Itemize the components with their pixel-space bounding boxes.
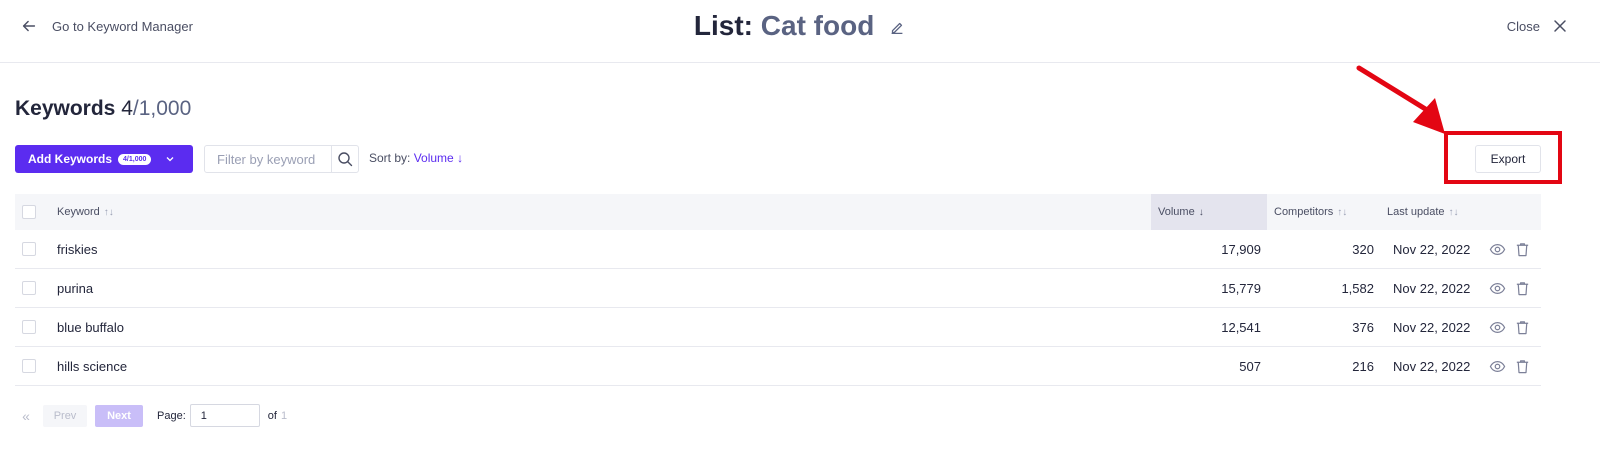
of-label: of	[267, 409, 277, 422]
sort-icon: ↑↓	[103, 207, 114, 218]
volume-cell: 15,779	[1221, 280, 1261, 296]
table-header: Keyword ↑↓ Volume ↓ Competitors ↑↓ Last upd…	[15, 194, 1541, 230]
search-icon	[338, 152, 353, 167]
keyword-cell: blue buffalo	[57, 319, 124, 335]
volume-cell: 17,909	[1221, 241, 1261, 257]
table-row: friskies 17,909 320 Nov 22, 2022	[15, 230, 1541, 269]
header-last-update-label: Last update	[1387, 206, 1445, 218]
keyword-limit: /1,000	[132, 97, 192, 120]
header-competitors-label: Competitors	[1274, 206, 1334, 218]
chevron-down-icon	[166, 157, 174, 162]
list-name: Cat food	[760, 10, 875, 41]
add-keywords-button[interactable]: Add Keywords 4/1,000	[15, 145, 193, 173]
page-label: Page:	[157, 409, 186, 422]
row-checkbox[interactable]	[22, 320, 36, 334]
row-actions	[1489, 241, 1531, 258]
row-checkbox[interactable]	[22, 242, 36, 256]
volume-cell: 507	[1239, 358, 1261, 374]
volume-cell: 12,541	[1221, 319, 1261, 335]
header-last-update[interactable]: Last update ↑↓	[1387, 194, 1459, 230]
page-title: List: Cat food	[0, 10, 1600, 42]
filter-box	[204, 145, 359, 173]
row-actions	[1489, 280, 1531, 297]
sort-icon: ↑↓	[1337, 206, 1348, 218]
row-actions	[1489, 319, 1531, 336]
competitors-cell: 216	[1352, 358, 1374, 374]
sort-down-icon: ↓	[1198, 206, 1204, 218]
annotation-arrow	[1356, 65, 1445, 134]
page-input[interactable]	[189, 404, 260, 427]
close-label: Close	[1506, 18, 1540, 34]
last-update-cell: Nov 22, 2022	[1393, 241, 1471, 257]
eye-icon[interactable]	[1489, 319, 1506, 336]
export-button[interactable]: Export	[1475, 145, 1541, 173]
pagination: « Prev Next Page: of 1	[15, 404, 287, 427]
row-checkbox[interactable]	[22, 281, 36, 295]
pencil-icon[interactable]	[888, 19, 906, 37]
title-prefix: List:	[693, 10, 753, 41]
select-all-checkbox[interactable]	[22, 205, 36, 219]
add-keywords-label: Add Keywords	[28, 152, 113, 166]
next-button[interactable]: Next	[95, 404, 143, 427]
row-actions	[1489, 358, 1531, 375]
trash-icon[interactable]	[1514, 241, 1531, 258]
add-keywords-badge: 4/1,000	[118, 153, 152, 165]
table-row: purina 15,779 1,582 Nov 22, 2022	[15, 269, 1541, 308]
close-button[interactable]: Close	[1507, 18, 1568, 34]
trash-icon[interactable]	[1514, 358, 1531, 375]
header-volume[interactable]: Volume ↓	[1151, 194, 1267, 230]
table-row: blue buffalo 12,541 376 Nov 22, 2022	[15, 308, 1541, 347]
competitors-cell: 376	[1352, 319, 1374, 335]
heading-label: Keywords	[15, 97, 116, 120]
last-update-cell: Nov 22, 2022	[1393, 358, 1471, 374]
keyword-cell: friskies	[57, 241, 98, 257]
prev-button[interactable]: Prev	[43, 404, 87, 427]
trash-icon[interactable]	[1514, 280, 1531, 297]
sort-icon: ↑↓	[1448, 206, 1459, 218]
eye-icon[interactable]	[1489, 241, 1506, 258]
header-competitors[interactable]: Competitors ↑↓	[1267, 194, 1374, 230]
sort-value[interactable]: Volume ↓	[414, 151, 463, 165]
close-icon	[1554, 20, 1566, 32]
search-button[interactable]	[331, 146, 358, 172]
sort-control: Sort by: Volume ↓	[369, 151, 463, 165]
competitors-cell: 320	[1352, 241, 1374, 257]
keywords-heading: Keywords 4/1,000	[15, 97, 191, 121]
eye-icon[interactable]	[1489, 358, 1506, 375]
sort-label: Sort by:	[369, 151, 411, 165]
header-volume-label: Volume	[1158, 206, 1195, 218]
header-keyword[interactable]: Keyword ↑↓	[57, 206, 114, 218]
top-bar: Go to Keyword Manager List: Cat food Clo…	[0, 0, 1600, 63]
last-update-cell: Nov 22, 2022	[1393, 319, 1471, 335]
filter-input[interactable]	[205, 146, 331, 172]
total-pages: 1	[280, 409, 288, 422]
trash-icon[interactable]	[1514, 319, 1531, 336]
row-checkbox[interactable]	[22, 359, 36, 373]
last-update-cell: Nov 22, 2022	[1393, 280, 1471, 296]
keyword-count: 4	[121, 97, 133, 120]
keywords-table: Keyword ↑↓ Volume ↓ Competitors ↑↓ Last upd…	[15, 194, 1541, 386]
eye-icon[interactable]	[1489, 280, 1506, 297]
double-chevron-left-icon[interactable]: «	[15, 405, 37, 427]
keyword-cell: hills science	[57, 358, 128, 374]
keyword-cell: purina	[57, 280, 94, 296]
competitors-cell: 1,582	[1341, 280, 1374, 296]
header-keyword-label: Keyword	[57, 206, 100, 218]
table-row: hills science 507 216 Nov 22, 2022	[15, 347, 1541, 386]
